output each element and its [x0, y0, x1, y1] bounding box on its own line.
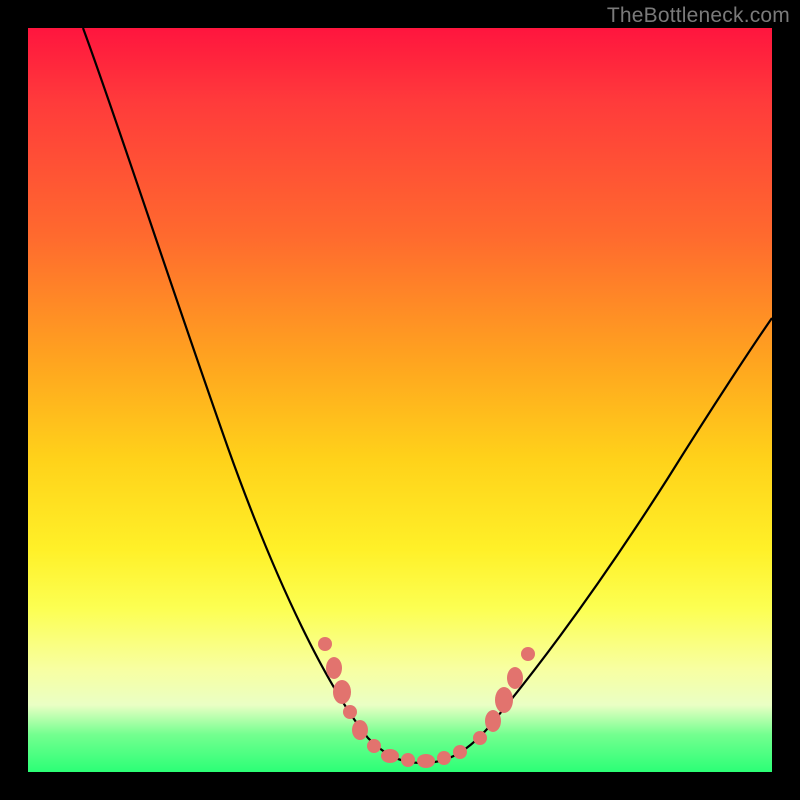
- chart-plot-area: [28, 28, 772, 772]
- watermark-text: TheBottleneck.com: [607, 4, 790, 28]
- bottleneck-curve: [83, 28, 772, 763]
- highlighted-points: [318, 637, 535, 768]
- chart-svg: [28, 28, 772, 772]
- chart-frame: TheBottleneck.com: [0, 0, 800, 800]
